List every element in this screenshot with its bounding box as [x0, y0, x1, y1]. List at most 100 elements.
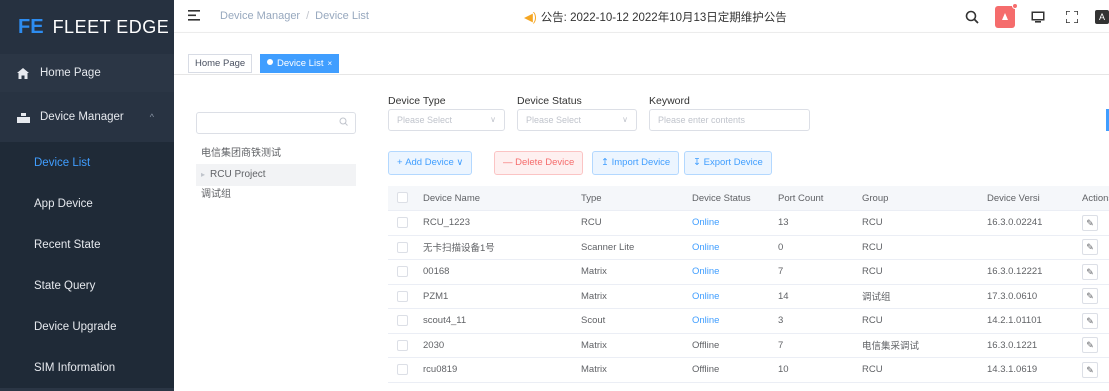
sidebar-group-label: Device Manager	[40, 111, 124, 123]
device-name-cell: PZM1	[423, 290, 449, 302]
edit-button[interactable]: ✎	[1078, 312, 1109, 329]
tree-node[interactable]: 电信集团商铁测试	[196, 143, 356, 165]
device-name-cell: scout4_11	[423, 315, 467, 327]
device-name-cell: RCU_1223	[423, 217, 470, 229]
fullscreen-icon[interactable]	[1061, 6, 1083, 28]
chevron-down-icon: ∨	[490, 115, 496, 124]
device-manager-submenu: Device List App Device Recent State Stat…	[0, 142, 174, 388]
port-count-cell: 7	[778, 339, 784, 351]
monitor-icon[interactable]	[1027, 6, 1049, 28]
language-icon[interactable]: A	[1095, 9, 1109, 24]
close-icon[interactable]: ×	[327, 59, 332, 68]
edit-icon[interactable]: ✎	[1082, 312, 1098, 329]
menu-toggle-icon[interactable]	[188, 9, 214, 24]
toolbar-icons: A	[949, 0, 1109, 33]
status-cell: Online	[692, 266, 720, 278]
sidebar-group-device-manager[interactable]: Device Manager ^	[0, 92, 174, 142]
port-count-cell: 13	[778, 217, 789, 229]
table-row[interactable]: PZM1 Matrix Online 14 调试组 17.3.0.0610 ✎	[388, 285, 1109, 309]
column-header[interactable]: Type	[572, 193, 683, 204]
main-content: 电信集团商铁测试 ▸ RCU Project 调试组 Device Type Pl…	[174, 75, 1109, 391]
device-type-label: Device Type	[388, 95, 446, 107]
sidebar-item-home-page[interactable]: Home Page	[0, 54, 174, 92]
edit-button[interactable]: ✎	[1078, 239, 1109, 256]
add-device-button[interactable]: + Add Device ∨	[388, 151, 473, 175]
column-header[interactable]: Device Status	[683, 193, 769, 204]
row-checkbox[interactable]	[388, 315, 414, 327]
device-name-cell: 2030	[423, 339, 445, 351]
tag-device-list[interactable]: Device List ×	[260, 54, 340, 73]
version-cell: 16.3.0.02241	[987, 217, 1043, 229]
column-header[interactable]: Port Count	[769, 193, 853, 204]
delete-device-button[interactable]: — Delete Device	[494, 151, 584, 175]
table-row[interactable]: rcu0819 Matrix Offline 10 RCU 14.3.1.0619 ✎	[388, 358, 1109, 383]
edit-button[interactable]: ✎	[1078, 263, 1109, 280]
device-type-select[interactable]: Please Select ∨	[388, 109, 505, 131]
sidebar-item-sim-information[interactable]: SIM Information	[0, 347, 174, 388]
device-table: Device Name Type Device Status Port Coun…	[388, 186, 1109, 383]
export-device-button[interactable]: ↧ Export Device	[684, 151, 772, 175]
row-checkbox[interactable]	[388, 217, 414, 229]
status-cell: Offline	[692, 339, 720, 351]
breadcrumb: Device Manager / Device List	[220, 10, 369, 22]
edit-icon[interactable]: ✎	[1082, 239, 1098, 256]
sidebar-item-app-device[interactable]: App Device	[0, 183, 174, 224]
edit-icon[interactable]: ✎	[1082, 288, 1098, 305]
row-checkbox[interactable]	[388, 290, 414, 302]
sidebar-item-state-query[interactable]: State Query	[0, 265, 174, 306]
edit-button[interactable]: ✎	[1078, 361, 1109, 378]
row-checkbox[interactable]	[388, 339, 414, 351]
keyword-label: Keyword	[649, 95, 690, 107]
edit-button[interactable]: ✎	[1078, 337, 1109, 354]
tree-search-input[interactable]	[196, 112, 356, 134]
port-count-cell: 14	[778, 290, 789, 302]
import-device-button[interactable]: ↥ Import Device	[592, 151, 680, 175]
sidebar-item-recent-state[interactable]: Recent State	[0, 224, 174, 265]
sidebar-item-label: App Device	[34, 197, 93, 210]
breadcrumb-item: Device List	[315, 10, 369, 22]
sidebar-item-device-list[interactable]: Device List	[0, 142, 174, 183]
table-row[interactable]: 00168 Matrix Online 7 RCU 16.3.0.12221 ✎	[388, 260, 1109, 285]
edit-icon[interactable]: ✎	[1082, 214, 1098, 231]
column-header[interactable]: Device Name	[414, 193, 572, 204]
tree-node[interactable]: 调试组	[196, 184, 356, 206]
edit-icon[interactable]: ✎	[1082, 361, 1098, 378]
alarm-icon[interactable]	[995, 2, 1018, 28]
brand: FE FLEET EDGE	[0, 0, 174, 54]
caret-right-icon[interactable]: ▸	[201, 170, 205, 179]
tags-view: Home Page Device List ×	[174, 33, 1109, 75]
table-row[interactable]: RCU_1223 RCU Online 13 RCU 16.3.0.02241 ✎	[388, 211, 1109, 236]
group-cell: RCU	[862, 217, 883, 229]
tag-home-page[interactable]: Home Page	[188, 54, 253, 73]
home-icon	[16, 67, 30, 79]
table-row[interactable]: 2030 Matrix Offline 7 电信集采调试 16.3.0.1221 ✎	[388, 334, 1109, 358]
input-placeholder: Please enter contents	[658, 115, 746, 125]
edit-button[interactable]: ✎	[1078, 288, 1109, 305]
select-all-checkbox[interactable]	[388, 192, 414, 204]
keyword-input[interactable]: Please enter contents	[649, 109, 810, 131]
breadcrumb-item[interactable]: Device Manager	[220, 10, 300, 22]
tree-node[interactable]: ▸ RCU Project	[196, 164, 356, 186]
search-icon[interactable]	[961, 6, 983, 28]
device-status-select[interactable]: Please Select ∨	[517, 109, 637, 131]
chevron-down-icon: ∨	[622, 115, 628, 124]
row-checkbox[interactable]	[388, 364, 414, 376]
row-checkbox[interactable]	[388, 241, 414, 253]
column-header[interactable]: Device Versi	[978, 193, 1078, 204]
upload-icon: ↥	[601, 157, 609, 168]
button-label: Add Device	[405, 157, 454, 168]
edit-button[interactable]: ✎	[1078, 214, 1109, 231]
announcement[interactable]: ◀) 公告: 2022-10-12 2022年10月13日定期维护公告	[524, 9, 787, 25]
speaker-icon: ◀)	[524, 12, 537, 24]
row-checkbox[interactable]	[388, 266, 414, 278]
table-row[interactable]: scout4_11 Scout Online 3 RCU 14.2.1.01101 ✎	[388, 309, 1109, 334]
column-header[interactable]: Group	[853, 193, 978, 204]
status-cell: Online	[692, 315, 720, 327]
table-row[interactable]: 无卡扫描设备1号 Scanner Lite Online 0 RCU ✎	[388, 236, 1109, 260]
edit-icon[interactable]: ✎	[1082, 337, 1098, 354]
status-cell: Offline	[692, 364, 720, 376]
edit-icon[interactable]: ✎	[1082, 263, 1098, 280]
sidebar-item-device-upgrade[interactable]: Device Upgrade	[0, 306, 174, 347]
fleet-edge-logo: FE	[18, 15, 44, 38]
type-cell: Scanner Lite	[581, 241, 635, 253]
